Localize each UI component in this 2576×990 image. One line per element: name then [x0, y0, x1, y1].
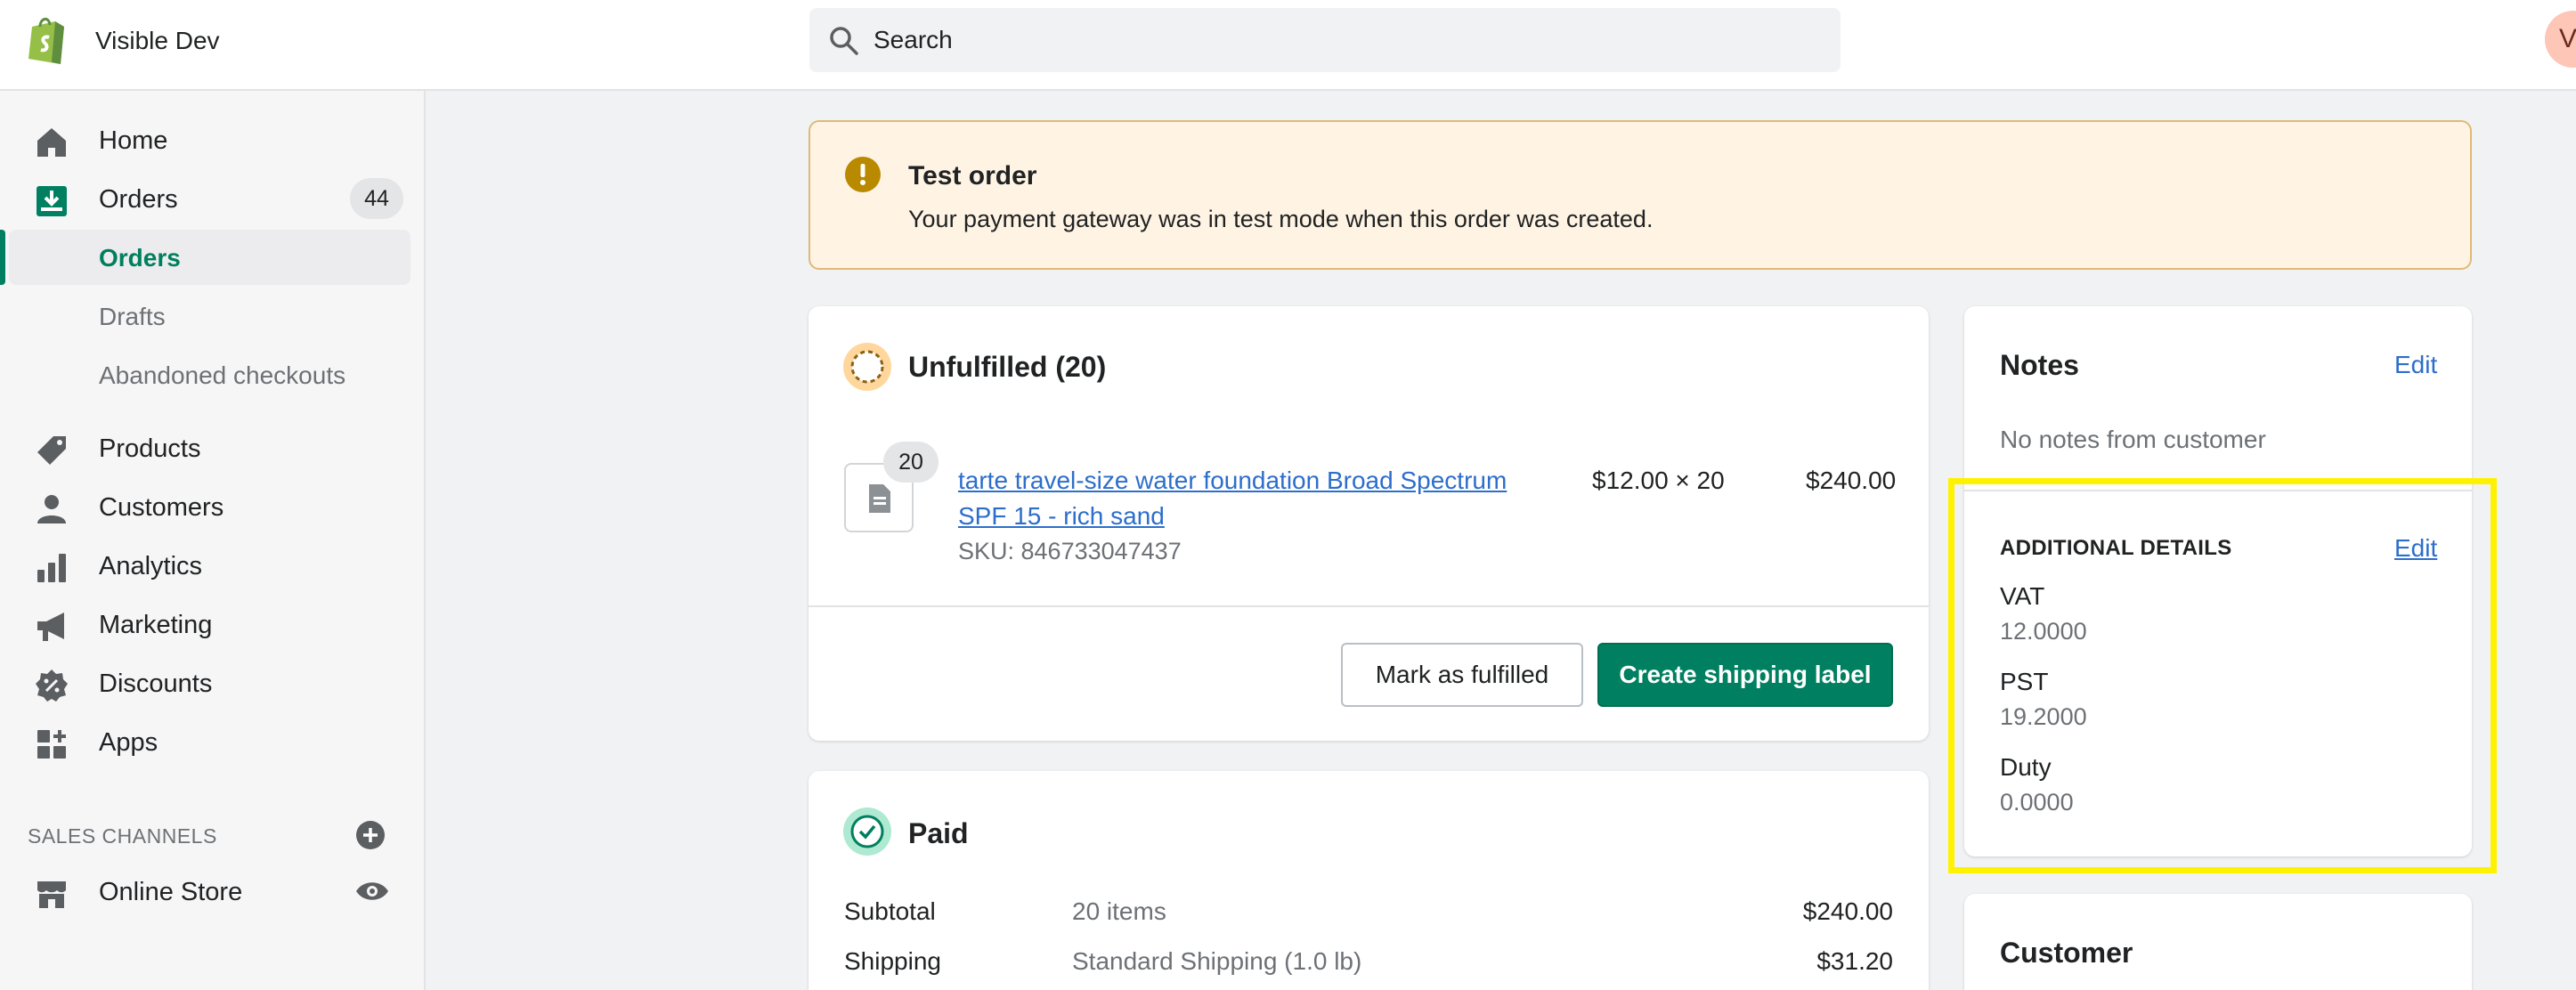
test-order-banner: Test order Your payment gateway was in t… [809, 120, 2472, 270]
banner-title: Test order [908, 161, 1037, 191]
sidebar-item-apps[interactable]: Apps [0, 716, 424, 769]
notes-title: Notes [2000, 349, 2079, 381]
document-icon [869, 484, 890, 513]
detail-key: PST [2000, 668, 2049, 695]
sidebar-item-customers[interactable]: Customers [0, 481, 424, 534]
subtotal-label: Subtotal [844, 897, 936, 925]
shipping-label: Shipping [844, 947, 941, 975]
customer-card: Customer [1964, 894, 2472, 990]
search-icon [830, 27, 858, 55]
notes-empty-text: No notes from customer [2000, 426, 2266, 453]
sidebar-item-label: Discounts [99, 669, 213, 698]
subtotal-items: 20 items [1072, 897, 1166, 925]
sidebar-subitem-orders[interactable]: Orders [0, 230, 410, 285]
warning-icon [845, 157, 881, 192]
sidebar-item-marketing[interactable]: Marketing [0, 598, 424, 652]
sidebar-item-discounts[interactable]: Discounts [0, 657, 424, 710]
sidebar-item-label: Customers [99, 493, 224, 522]
product-link[interactable]: tarte travel-size water foundation Broad… [958, 463, 1555, 534]
divider [1964, 490, 2472, 491]
shopify-logo-icon[interactable] [25, 14, 69, 66]
sidebar-item-analytics[interactable]: Analytics [0, 540, 424, 593]
sidebar-item-label: Apps [99, 728, 158, 757]
additional-details-title: ADDITIONAL DETAILS [2000, 536, 2232, 560]
create-shipping-label-button[interactable]: Create shipping label [1597, 643, 1893, 707]
megaphone-icon [37, 613, 64, 641]
sidebar-item-label: Products [99, 434, 201, 463]
store-name[interactable]: Visible Dev [95, 27, 220, 55]
unfulfilled-icon [843, 343, 891, 391]
detail-key: VAT [2000, 582, 2045, 610]
banner-text: Your payment gateway was in test mode wh… [908, 206, 1654, 232]
sidebar-item-label: Home [99, 126, 168, 155]
unit-price: $12.00 × 20 [1592, 467, 1725, 494]
search-bar[interactable]: Search [809, 8, 1841, 72]
sales-channels-heading: SALES CHANNELS [28, 824, 217, 848]
sidebar-subitem-abandoned-checkouts[interactable]: Abandoned checkouts [9, 347, 410, 402]
unfulfilled-card: Unfulfilled (20) 20 tarte travel-size wa… [809, 306, 1929, 741]
product-sku: SKU: 846733047437 [958, 538, 1182, 564]
sidebar-item-label: Analytics [99, 552, 203, 580]
search-input[interactable]: Search [874, 26, 953, 54]
home-icon [37, 128, 66, 157]
orders-count-badge: 44 [350, 178, 403, 219]
bar-chart-icon [37, 554, 66, 582]
sidebar-item-products[interactable]: Products [0, 422, 424, 475]
notes-edit-link[interactable]: Edit [2394, 351, 2437, 379]
quantity-badge: 20 [883, 442, 939, 483]
discount-icon [36, 669, 68, 702]
apps-icon [37, 730, 66, 759]
subtotal-amount: $240.00 [1802, 897, 1893, 925]
divider [809, 605, 1929, 607]
notes-card: Notes Edit No notes from customer ADDITI… [1964, 306, 2472, 856]
detail-value: 0.0000 [2000, 789, 2074, 816]
tag-icon [37, 436, 66, 465]
eye-icon[interactable] [354, 878, 390, 905]
add-circle-icon[interactable] [354, 819, 386, 851]
unfulfilled-title: Unfulfilled (20) [908, 351, 1107, 383]
sidebar-subitem-label: Orders [99, 244, 181, 272]
shipping-method: Standard Shipping (1.0 lb) [1072, 947, 1362, 975]
sidebar-item-label: Marketing [99, 611, 213, 639]
sidebar: Home Orders 44 Orders Drafts Abandoned c… [0, 91, 426, 990]
person-icon [37, 495, 66, 523]
sidebar-subitem-drafts[interactable]: Drafts [9, 288, 410, 344]
sidebar-item-label: Orders [99, 185, 178, 214]
sidebar-subitem-label: Drafts [99, 303, 166, 330]
sidebar-item-home[interactable]: Home [0, 114, 424, 167]
check-circle-icon [843, 807, 891, 856]
detail-key: Duty [2000, 753, 2052, 781]
mark-as-fulfilled-button[interactable]: Mark as fulfilled [1341, 643, 1583, 707]
sidebar-item-orders[interactable]: Orders 44 [0, 173, 424, 226]
shipping-amount: $31.20 [1816, 947, 1893, 975]
payment-title: Paid [908, 817, 969, 849]
line-total: $240.00 [1806, 467, 1897, 494]
sidebar-item-label: Online Store [99, 878, 243, 906]
store-icon [37, 881, 66, 908]
detail-value: 19.2000 [2000, 703, 2087, 730]
detail-value: 12.0000 [2000, 618, 2087, 645]
additional-details-edit-link[interactable]: Edit [2394, 534, 2437, 563]
payment-card: Paid Subtotal 20 items $240.00 Shipping … [809, 771, 1929, 990]
top-bar: Visible Dev Search V [0, 0, 2576, 91]
customer-title: Customer [2000, 937, 2133, 969]
sidebar-subitem-label: Abandoned checkouts [99, 361, 346, 389]
orders-icon [37, 186, 67, 216]
avatar[interactable]: V [2545, 11, 2576, 68]
